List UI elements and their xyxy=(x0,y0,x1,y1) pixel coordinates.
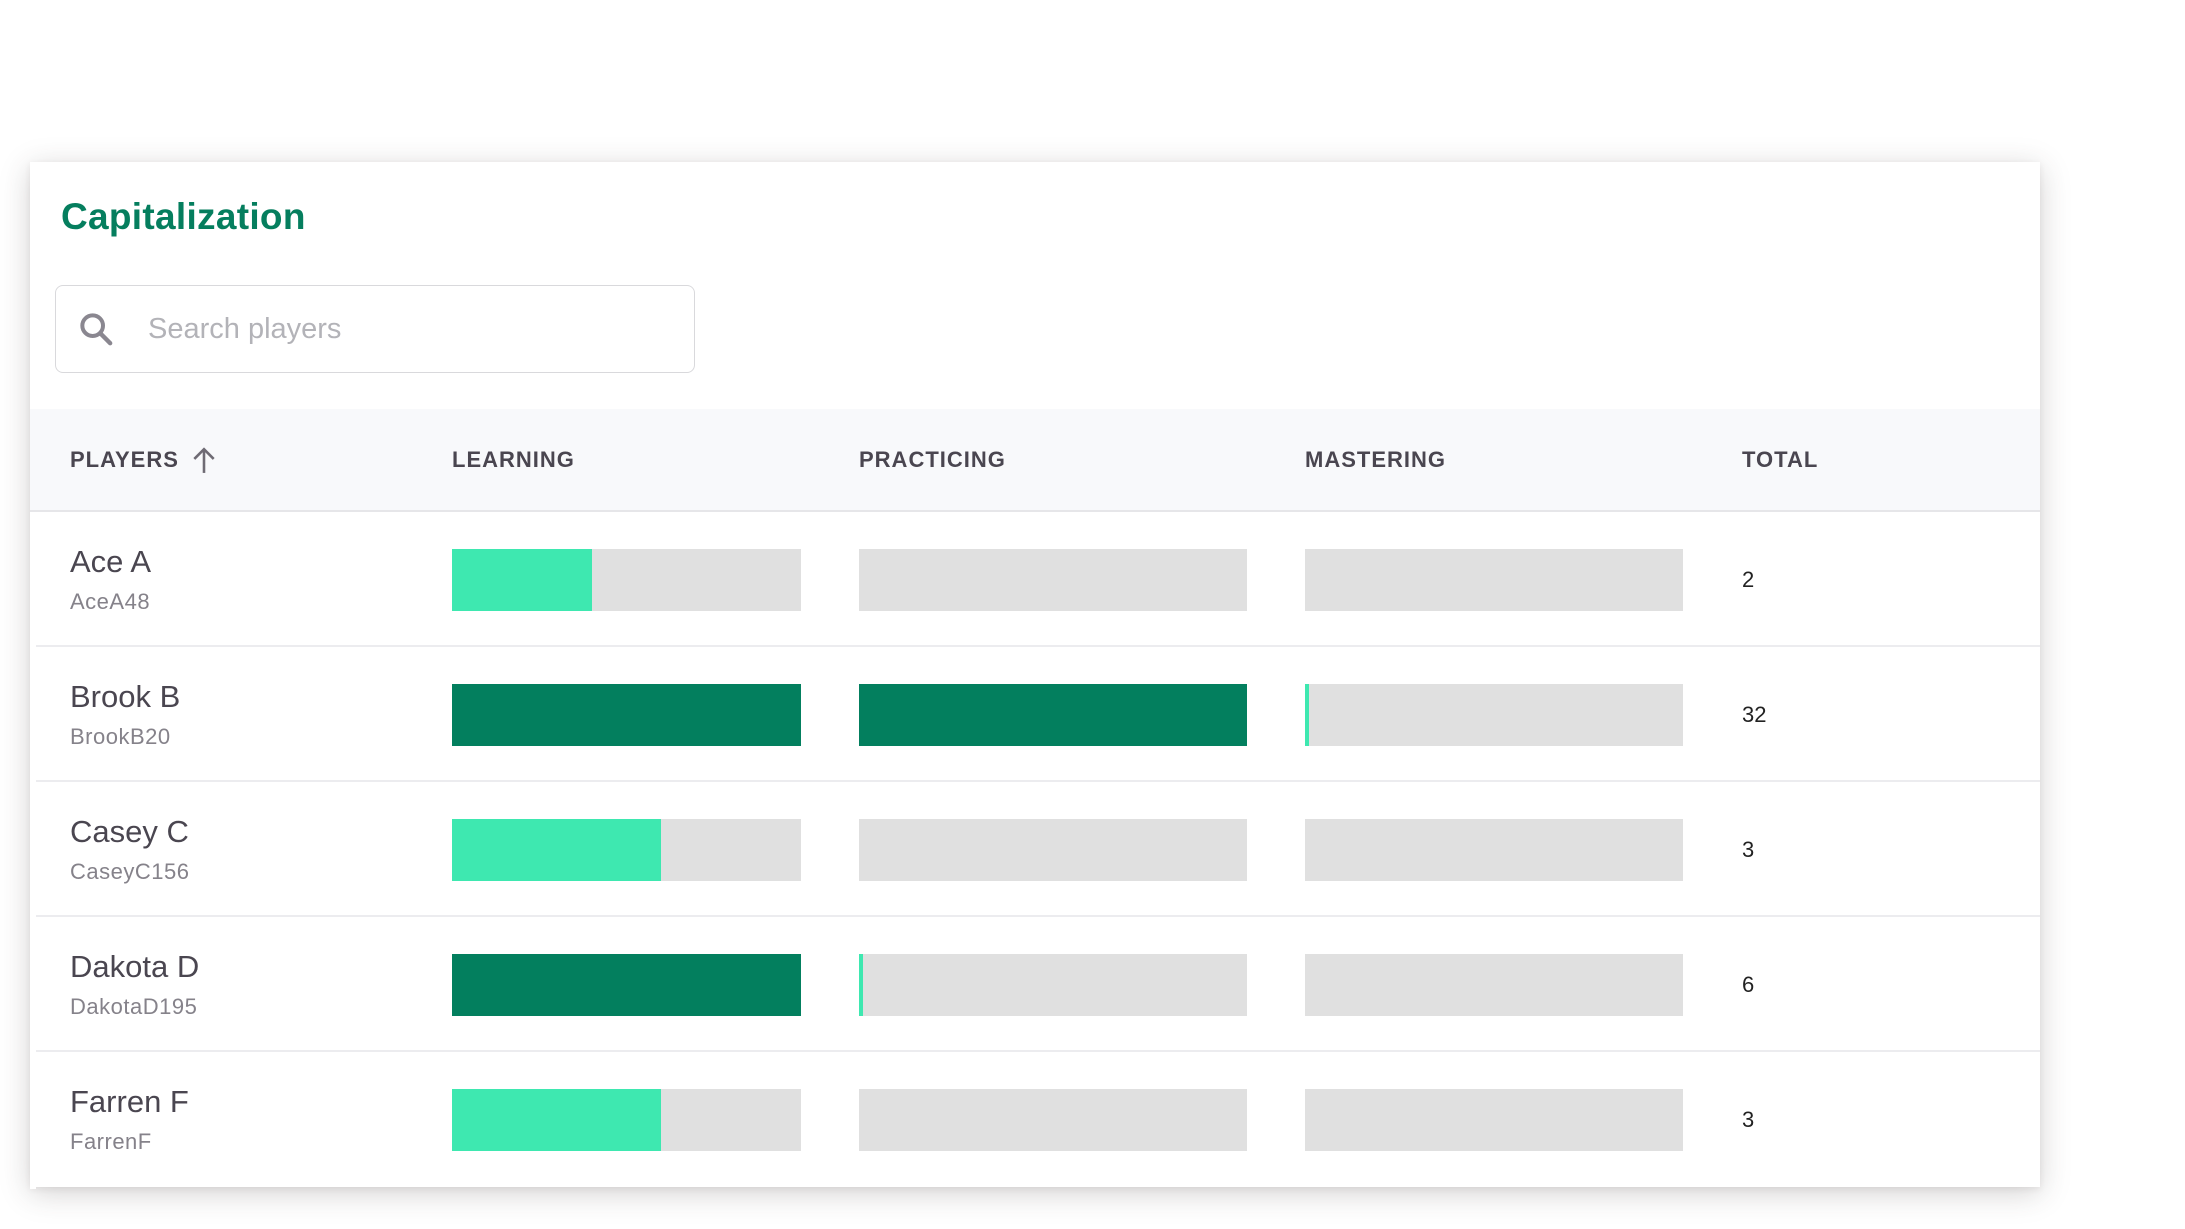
practicing-progress-fill xyxy=(859,954,863,1016)
player-name[interactable]: Farren F xyxy=(70,1084,189,1120)
search-input[interactable] xyxy=(146,311,630,347)
practicing-progress-fill xyxy=(859,684,1247,746)
mastering-progress-bar[interactable] xyxy=(1305,954,1683,1016)
learning-progress-fill xyxy=(452,1089,662,1151)
learning-progress-bar[interactable] xyxy=(452,684,801,746)
mastering-progress-bar[interactable] xyxy=(1305,1089,1683,1151)
column-header-total[interactable]: TOTAL xyxy=(1742,409,1818,510)
mastering-progress-fill xyxy=(1305,684,1309,746)
mastering-progress-bar[interactable] xyxy=(1305,819,1683,881)
search-field[interactable] xyxy=(55,285,695,373)
table-header: PLAYERS LEARNING PRACTICING MASTERING TO… xyxy=(30,409,2040,512)
practicing-progress-bar[interactable] xyxy=(859,1089,1247,1151)
player-name[interactable]: Dakota D xyxy=(70,949,199,985)
player-username: DakotaD195 xyxy=(70,994,198,1019)
practicing-progress-bar[interactable] xyxy=(859,549,1247,611)
total-count: 32 xyxy=(1742,701,1767,727)
total-count: 6 xyxy=(1742,971,1755,997)
table-row[interactable]: Farren F FarrenF 3 xyxy=(30,1052,2040,1189)
column-header-learning[interactable]: LEARNING xyxy=(452,409,575,510)
player-username: FarrenF xyxy=(70,1129,152,1154)
total-count: 2 xyxy=(1742,566,1755,592)
practicing-progress-bar[interactable] xyxy=(859,684,1247,746)
search-icon xyxy=(80,313,113,346)
mastering-progress-bar[interactable] xyxy=(1305,549,1683,611)
player-name[interactable]: Ace A xyxy=(70,544,151,580)
learning-progress-fill xyxy=(452,819,662,881)
learning-progress-bar[interactable] xyxy=(452,549,801,611)
learning-progress-bar[interactable] xyxy=(452,954,801,1016)
table-row[interactable]: Casey C CaseyC156 3 xyxy=(30,782,2040,917)
table-row[interactable]: Ace A AceA48 2 xyxy=(30,512,2040,647)
card-title: Capitalization xyxy=(61,196,306,237)
total-count: 3 xyxy=(1742,1106,1755,1132)
column-header-players[interactable]: PLAYERS xyxy=(70,409,217,510)
learning-progress-bar[interactable] xyxy=(452,1089,801,1151)
learning-progress-bar[interactable] xyxy=(452,819,801,881)
table-row[interactable]: Brook B BrookB20 32 xyxy=(30,647,2040,782)
player-name[interactable]: Brook B xyxy=(70,679,180,715)
learning-progress-fill xyxy=(452,954,801,1016)
mastering-progress-bar[interactable] xyxy=(1305,684,1683,746)
player-name[interactable]: Casey C xyxy=(70,814,189,850)
column-header-players-label: PLAYERS xyxy=(70,446,179,472)
player-username: BrookB20 xyxy=(70,724,171,749)
learning-progress-fill xyxy=(452,684,801,746)
total-count: 3 xyxy=(1742,836,1755,862)
player-username: CaseyC156 xyxy=(70,859,190,884)
arrow-up-icon[interactable] xyxy=(191,446,217,474)
row-divider-gap xyxy=(30,1187,36,1189)
column-header-mastering[interactable]: MASTERING xyxy=(1305,409,1446,510)
table-row[interactable]: Dakota D DakotaD195 6 xyxy=(30,917,2040,1052)
column-header-practicing[interactable]: PRACTICING xyxy=(859,409,1006,510)
practicing-progress-bar[interactable] xyxy=(859,819,1247,881)
learning-progress-fill xyxy=(452,549,592,611)
capitalization-card: Capitalization PLAYERS LEARNING PRACTICI… xyxy=(30,162,2040,1189)
player-username: AceA48 xyxy=(70,589,151,614)
practicing-progress-bar[interactable] xyxy=(859,954,1247,1016)
